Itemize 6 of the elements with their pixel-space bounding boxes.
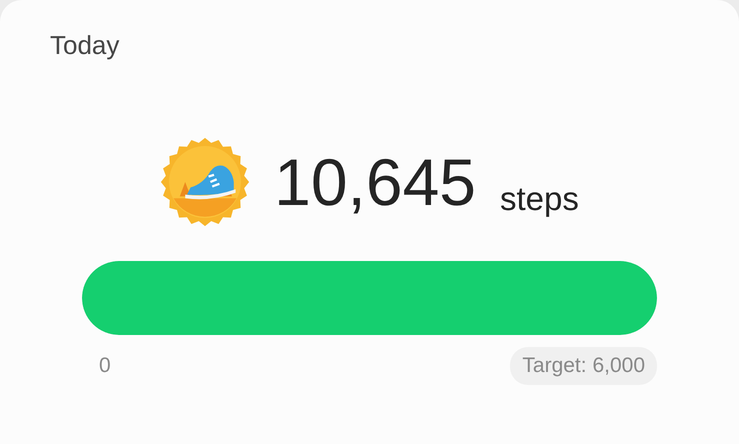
card-title: Today [50,29,120,62]
target-label: Target: 6,000 [510,347,657,384]
medal-icon [160,137,250,227]
step-count: 10,645 [274,149,476,215]
min-label: 0 [99,353,111,379]
unit-label: steps [500,178,579,219]
